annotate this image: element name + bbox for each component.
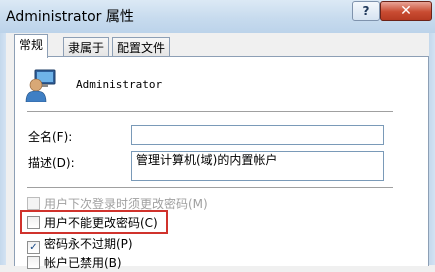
window-frame-right — [429, 33, 435, 265]
checkbox-box[interactable] — [27, 256, 40, 269]
description-input[interactable]: 管理计算机(域)的内置帐户 — [131, 151, 384, 181]
checkmark-icon[interactable]: ✓ — [27, 241, 40, 254]
tab-general[interactable]: 常规 — [14, 34, 49, 58]
description-label: 描述(D): — [28, 156, 75, 170]
checkbox-label: 用户下次登录时须更改密码(M) — [44, 197, 208, 211]
full-name-input[interactable] — [131, 125, 384, 145]
user-name: Administrator — [76, 78, 163, 91]
window-title: Administrator 属性 — [6, 9, 134, 25]
tab-profile[interactable]: 配置文件 — [112, 37, 171, 58]
help-button[interactable]: ? — [352, 1, 380, 21]
highlight-annotation — [20, 210, 168, 234]
separator — [27, 111, 393, 113]
user-avatar-icon — [25, 69, 56, 102]
checkbox-label: 帐户已禁用(B) — [44, 256, 122, 270]
full-name-label: 全名(F): — [28, 130, 73, 144]
password-never-expires-checkbox[interactable]: ✓ 密码永不过期(P) — [27, 235, 133, 254]
separator — [27, 187, 393, 189]
checkbox-box[interactable] — [27, 197, 40, 210]
checkbox-label: 密码永不过期(P) — [44, 237, 133, 251]
account-disabled-checkbox[interactable]: 帐户已禁用(B) — [27, 254, 122, 272]
tab-member-of[interactable]: 隶属于 — [63, 37, 110, 58]
title-bar[interactable]: Administrator 属性 ? ✕ — [0, 0, 435, 34]
close-button[interactable]: ✕ — [380, 1, 432, 21]
